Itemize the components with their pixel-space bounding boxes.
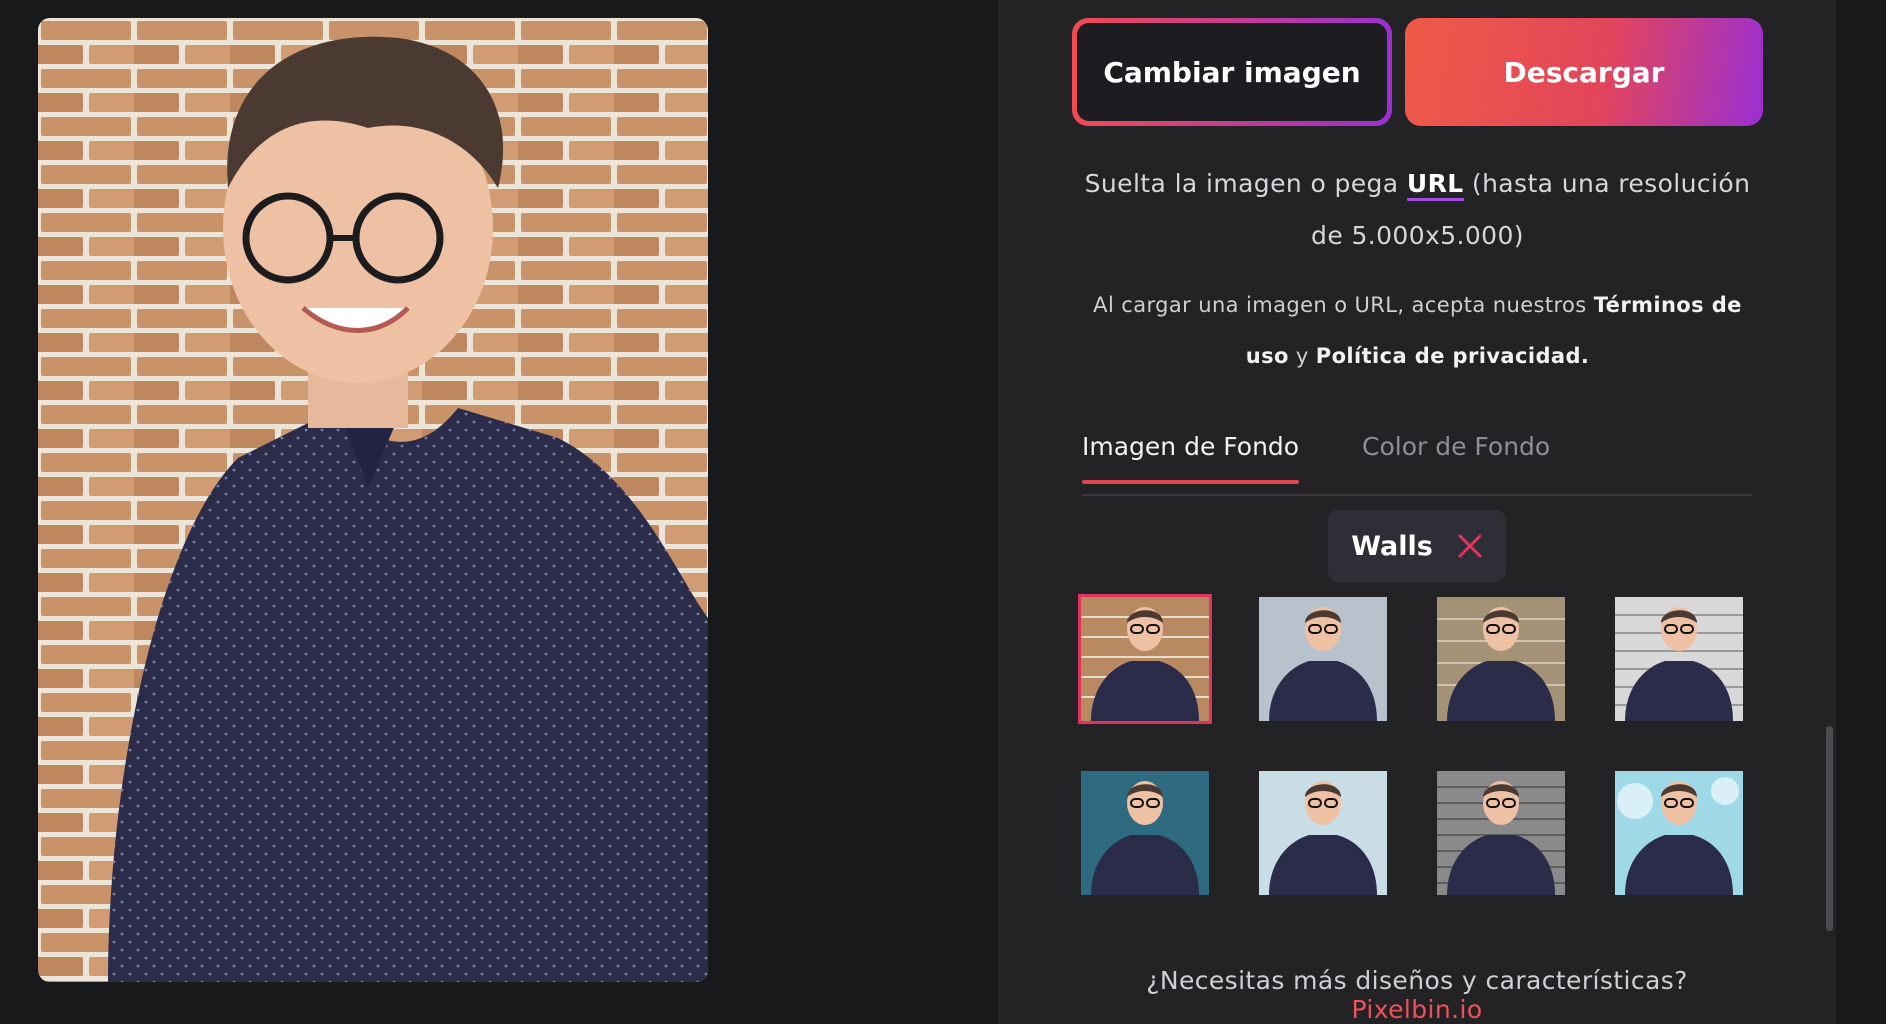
thumbnail-image <box>1259 597 1387 721</box>
pixelbin-link[interactable]: Pixelbin.io <box>1351 995 1482 1024</box>
thumbnail-image <box>1437 771 1565 895</box>
upsell-footer: ¿Necesitas más diseños y características… <box>1082 966 1752 1024</box>
thumbnail-grey-brick-wall[interactable] <box>1437 771 1565 895</box>
terms-conjunction: y <box>1288 344 1316 368</box>
thumbnail-image <box>1615 771 1743 895</box>
filter-chip[interactable]: Walls <box>1328 510 1506 582</box>
change-image-label: Cambiar imagen <box>1077 23 1387 121</box>
thumbnail-teal-wall[interactable] <box>1081 771 1209 895</box>
thumbnail-brick-wall[interactable] <box>1078 594 1212 724</box>
thumbnail-white-brick-wall[interactable] <box>1615 597 1743 721</box>
filter-chip-label: Walls <box>1351 530 1433 562</box>
thumbnail-light-blue-wall[interactable] <box>1259 771 1387 895</box>
download-button[interactable]: Descargar <box>1405 18 1763 126</box>
change-image-button[interactable]: Cambiar imagen <box>1072 18 1392 126</box>
thumbnail-stone-brick-wall[interactable] <box>1437 597 1565 721</box>
thumbnail-image <box>1615 597 1743 721</box>
thumbnail-grey-plaster-wall[interactable] <box>1259 597 1387 721</box>
tab-background-image[interactable]: Imagen de Fondo <box>1082 432 1300 484</box>
drop-instructions: Suelta la imagen o pega URL (hasta una r… <box>1065 158 1770 262</box>
portrait-photo <box>38 18 708 982</box>
image-preview <box>38 18 708 982</box>
scrollbar-thumb[interactable] <box>1826 726 1833 931</box>
thumbnail-cyan-painted-wall[interactable] <box>1615 771 1743 895</box>
url-link[interactable]: URL <box>1406 169 1464 201</box>
background-tabs: Imagen de Fondo Color de Fondo <box>1082 432 1752 496</box>
tab-background-color[interactable]: Color de Fondo <box>1362 432 1550 481</box>
terms-period: . <box>1580 344 1590 368</box>
upsell-text: ¿Necesitas más diseños y características… <box>1146 966 1688 995</box>
window-edge <box>1836 0 1886 1024</box>
thumbnail-image <box>1437 597 1565 721</box>
terms-text-before: Al cargar una imagen o URL, acepta nuest… <box>1093 293 1594 317</box>
thumbnail-image <box>1259 771 1387 895</box>
thumbnail-image <box>1081 771 1209 895</box>
privacy-policy-link[interactable]: Política de privacidad <box>1316 344 1581 368</box>
terms-notice: Al cargar una imagen o URL, acepta nuest… <box>1085 280 1750 382</box>
thumbnail-image <box>1081 597 1209 721</box>
drop-text-before: Suelta la imagen o pega <box>1084 169 1407 198</box>
close-icon[interactable] <box>1457 533 1483 559</box>
